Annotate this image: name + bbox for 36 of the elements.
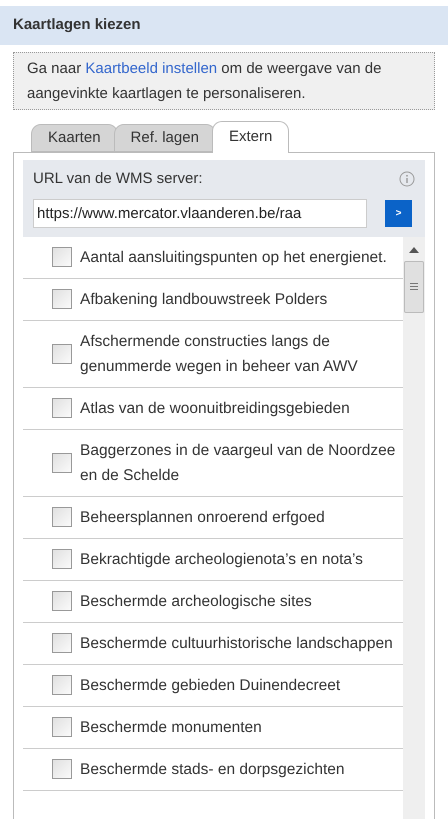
layer-label: Aantal aansluitingspunten op het energienet.: [80, 248, 387, 268]
layer-checkbox[interactable]: [52, 717, 72, 737]
url-label: URL van de WMS server:: [33, 169, 202, 189]
scroll-thumb[interactable]: [404, 260, 424, 312]
url-input-field[interactable]: https://www.mercator.vlaanderen.be/raa: [33, 198, 367, 228]
layer-checkbox[interactable]: [52, 247, 72, 267]
layer-checkbox[interactable]: [52, 398, 72, 418]
layer-checkbox[interactable]: [52, 549, 72, 569]
layer-label: Bekrachtigde archeologienota’s en nota’s: [80, 550, 363, 570]
panel-title: Kaartlagen kiezen: [13, 15, 141, 36]
layer-checkbox[interactable]: [52, 452, 72, 472]
scrollbar[interactable]: [403, 236, 425, 819]
layer-label: Beschermde archeologische sites: [80, 592, 312, 612]
layer-label: Beschermde cultuurhistorische landschappen: [80, 634, 393, 654]
layer-label: Baggerzones in de vaargeul van de Noordzee en de Schelde: [80, 440, 396, 486]
layer-checkbox[interactable]: [52, 759, 72, 779]
layer-label: Beschermde stads- en dorpsgezichten: [80, 760, 345, 780]
layer-checkbox[interactable]: [52, 344, 72, 364]
layer-checkbox[interactable]: [52, 507, 72, 527]
info-icon[interactable]: [399, 171, 415, 188]
layer-checkbox[interactable]: [52, 633, 72, 653]
layer-checkbox[interactable]: [52, 591, 72, 611]
info-message: Ga naar Kaartbeeld instellen om de weergave van de aangevinkte kaartlagen te personaliseren.: [13, 52, 435, 110]
scroll-up-icon[interactable]: [409, 246, 419, 252]
submit-button[interactable]: >: [385, 200, 412, 226]
layer-label: Afschermende constructies langs de genummerde wegen in beheer van AWV: [80, 332, 359, 376]
layer-label: Beheersplannen onroerend erfgoed: [80, 508, 325, 528]
layer-label: Beschermde monumenten: [80, 718, 262, 738]
layer-label: Beschermde gebieden Duinendecreet: [80, 676, 340, 696]
tab[interactable]: Extern: [212, 121, 290, 153]
tab[interactable]: Kaarten: [31, 124, 118, 152]
settings-link[interactable]: Kaartbeeld instellen: [85, 60, 218, 77]
layer-checkbox[interactable]: [52, 675, 72, 695]
layer-label: Afbakening landbouwstreek Polders: [80, 290, 328, 310]
layer-label: Atlas van de woonuitbreidingsgebieden: [80, 398, 350, 418]
layer-checkbox[interactable]: [52, 289, 72, 309]
